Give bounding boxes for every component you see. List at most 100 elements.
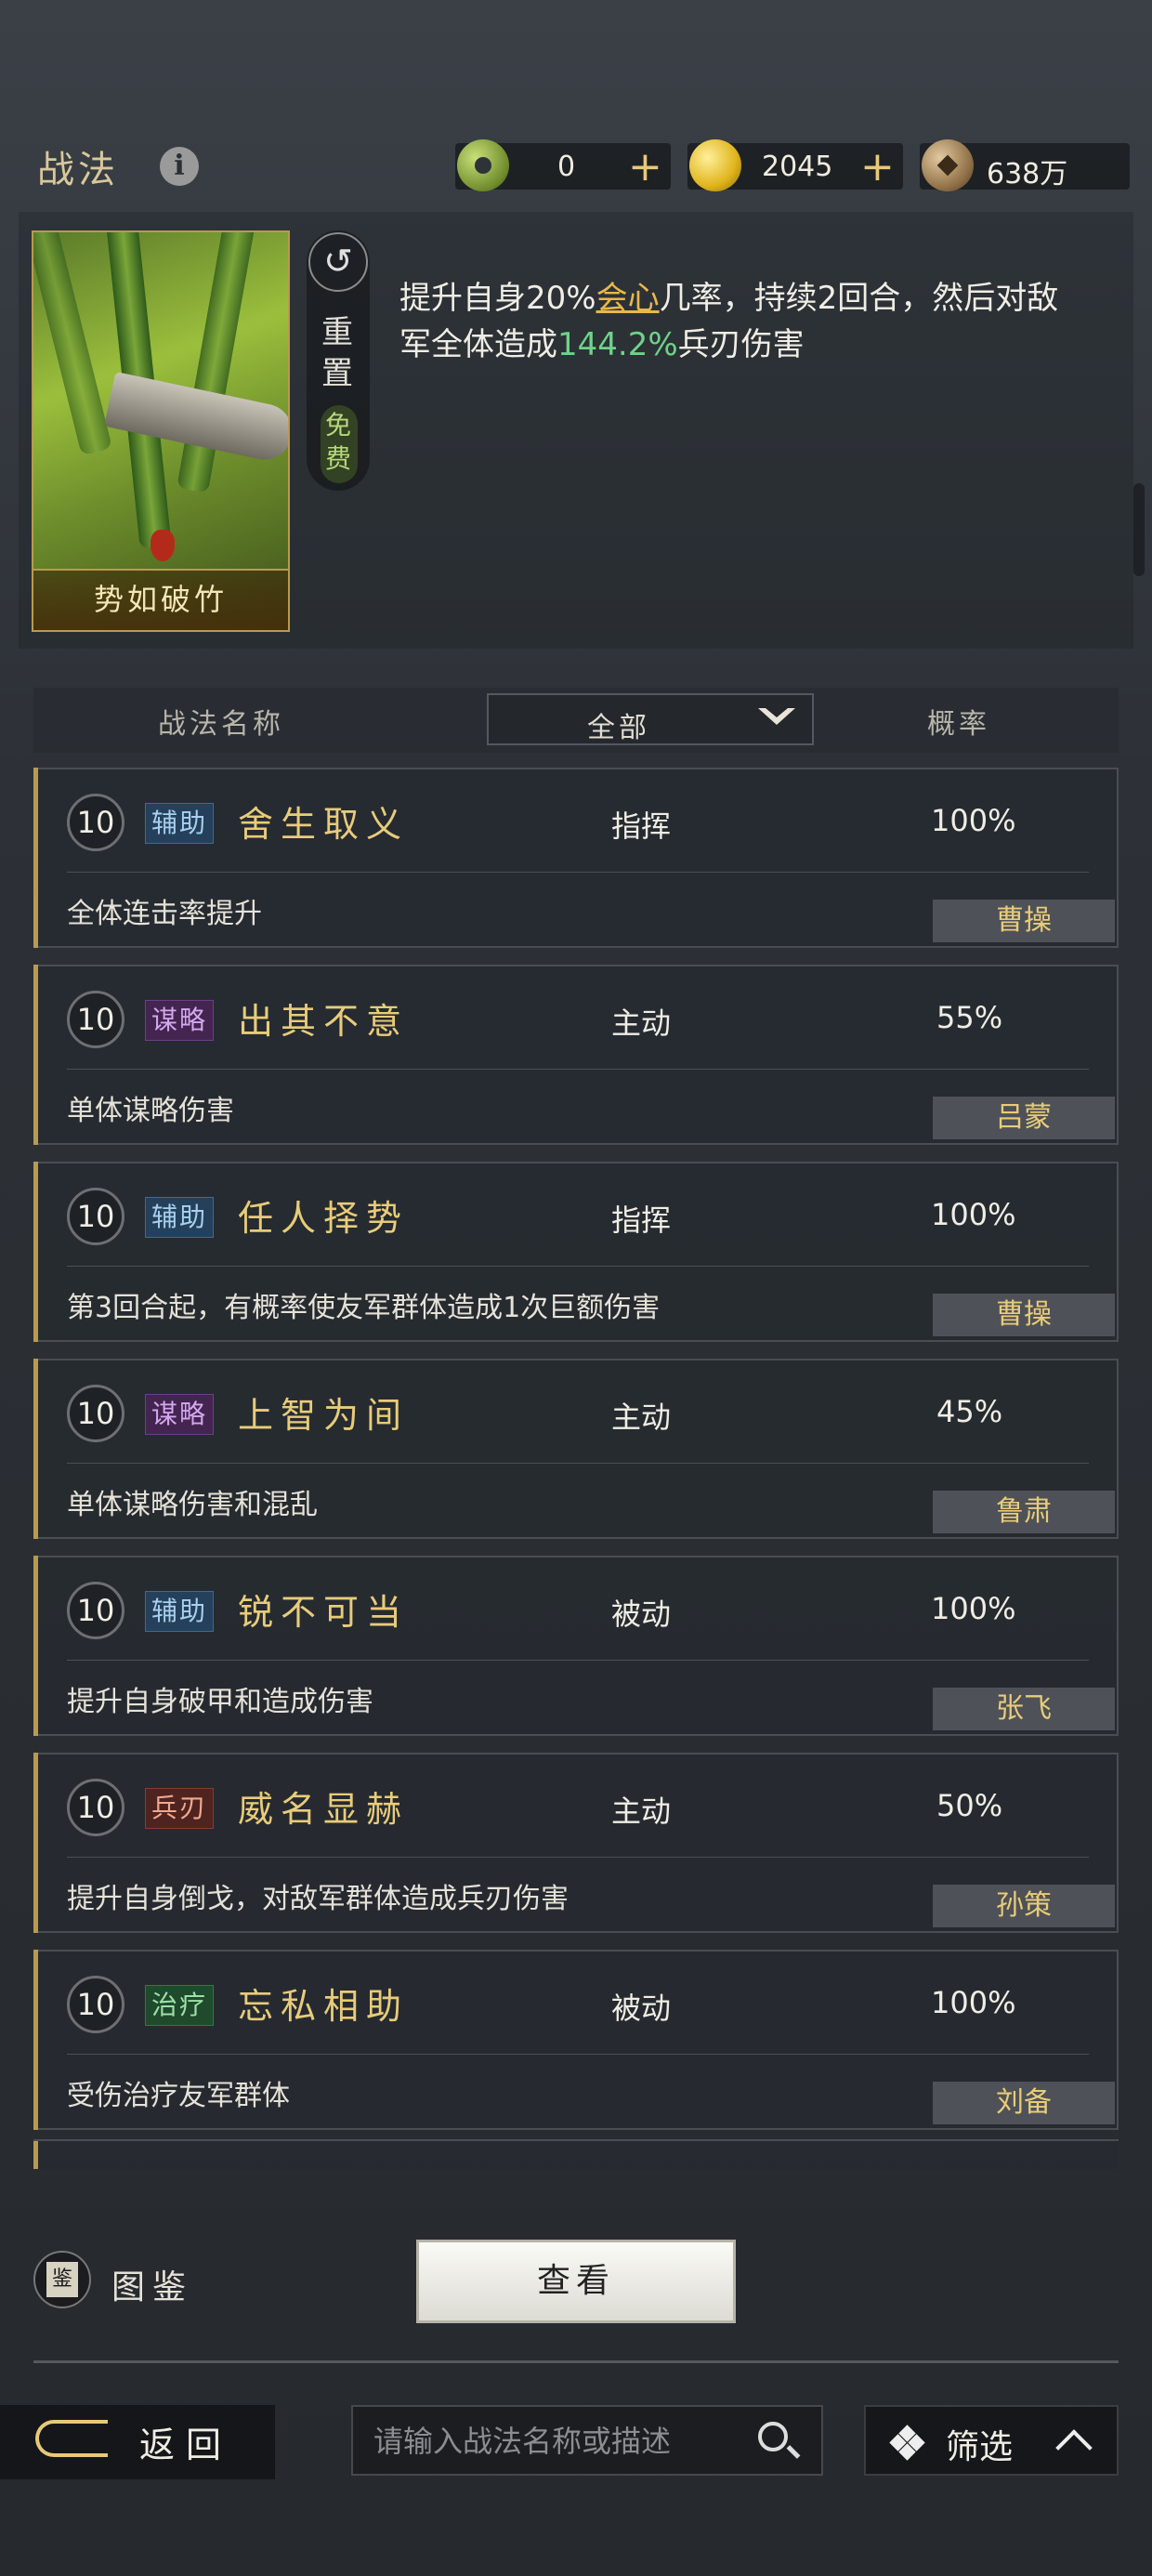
tactic-effect: 受伤治疗友军群体 (67, 2080, 290, 2112)
tactic-effect: 单体谋略伤害和混乱 (67, 1489, 318, 1521)
filter-button[interactable]: 筛选 (864, 2405, 1119, 2476)
skill-description: 提升自身20%会心几率，持续2回合，然后对敌军全体造成144.2%兵刃伤害 (399, 280, 1059, 363)
divider (33, 2360, 1119, 2363)
tactic-rate: 100% (931, 1985, 1016, 2020)
name-column-header: 战法名称 (158, 708, 284, 741)
divider (67, 1463, 1089, 1464)
highlight-term[interactable]: 会心 (596, 280, 660, 317)
tactic-rate: 45% (936, 1394, 1003, 1429)
rate-column-header: 概率 (927, 708, 990, 741)
hero-tag[interactable]: 鲁肃 (933, 1491, 1115, 1533)
tactic-name: 威名显赫 (238, 1789, 410, 1830)
hero-tag[interactable]: 曹操 (933, 1294, 1115, 1336)
tactic-row[interactable]: 10 治疗 忘私相助 被动 100% 受伤治疗友军群体 刘备 (33, 1950, 1119, 2130)
level-badge: 10 (67, 1779, 124, 1836)
tactic-name: 锐不可当 (238, 1592, 410, 1633)
level-badge: 10 (67, 1385, 124, 1442)
tactic-name: 出其不意 (238, 1001, 410, 1042)
tactic-type: 被动 (611, 1597, 672, 1632)
tactic-name: 任人择势 (238, 1198, 410, 1239)
page-title: 战法 (37, 149, 119, 191)
tactic-name: 忘私相助 (238, 1986, 410, 2027)
side-scroll-handle[interactable] (1133, 483, 1145, 576)
highlight-value: 144.2% (557, 326, 678, 363)
tactic-row[interactable]: 10 辅助 舍生取义 指挥 100% 全体连击率提升 曹操 (33, 768, 1119, 948)
hero-tag[interactable]: 孙策 (933, 1885, 1115, 1927)
divider (67, 1069, 1089, 1070)
level-badge: 10 (67, 794, 124, 851)
copper-coin-icon (922, 139, 974, 191)
back-label[interactable]: 返回 (139, 2416, 232, 2467)
tactic-name: 上智为间 (238, 1395, 410, 1436)
tactic-rate: 100% (931, 1591, 1016, 1626)
bamboo-art (33, 232, 112, 456)
codex-glyph: 鉴 (46, 2262, 78, 2297)
hero-tag[interactable]: 张飞 (933, 1688, 1115, 1730)
divider (67, 2054, 1089, 2055)
search-input[interactable] (372, 2416, 747, 2466)
level-badge: 10 (67, 1976, 124, 2033)
tactic-rate: 55% (936, 1000, 1003, 1035)
category-tag: 兵刃 (145, 1788, 215, 1829)
tactic-type: 主动 (611, 1794, 672, 1829)
tactic-row[interactable]: 10 辅助 任人择势 指挥 100% 第3回合起，有概率使友军群体造成1次巨额伤… (33, 1162, 1119, 1342)
skill-card[interactable]: 势如破竹 (32, 230, 290, 632)
type-filter-dropdown[interactable]: 全部 (487, 693, 814, 745)
hero-tag[interactable]: 刘备 (933, 2082, 1115, 2124)
view-button[interactable]: 查看 (416, 2240, 736, 2323)
tactic-effect: 全体连击率提升 (67, 898, 262, 930)
tactic-rate: 100% (931, 803, 1016, 838)
level-badge: 10 (67, 1582, 124, 1639)
tactic-name: 舍生取义 (238, 804, 410, 845)
tactic-effect: 提升自身倒戈，对敌军群体造成兵刃伤害 (67, 1883, 569, 1915)
gold-add-button[interactable]: + (860, 143, 895, 191)
tactic-type: 指挥 (611, 808, 672, 844)
jade-value: 0 (557, 151, 576, 183)
hero-tag[interactable]: 曹操 (933, 900, 1115, 942)
gold-coin-icon (689, 139, 741, 191)
codex-label[interactable]: 图鉴 (111, 2260, 193, 2308)
category-tag: 辅助 (145, 1591, 215, 1632)
search-icon[interactable] (758, 2422, 788, 2451)
tactic-row[interactable]: 10 谋略 上智为间 主动 45% 单体谋略伤害和混乱 鲁肃 (33, 1359, 1119, 1539)
category-tag: 治疗 (145, 1985, 215, 2026)
tactic-type: 主动 (611, 1400, 672, 1435)
tactic-effect: 单体谋略伤害 (67, 1095, 234, 1127)
category-tag: 谋略 (145, 1394, 215, 1435)
free-label: 免费 (325, 410, 352, 474)
chevron-down-icon (758, 708, 795, 725)
category-tag: 辅助 (145, 1197, 215, 1238)
codex-icon[interactable]: 鉴 (33, 2251, 91, 2308)
divider (67, 1857, 1089, 1858)
divider (67, 872, 1089, 873)
tactic-type: 主动 (611, 1005, 672, 1041)
tactic-type: 被动 (611, 1991, 672, 2026)
tactic-type: 指挥 (611, 1203, 672, 1238)
gold-currency: 2045 + (687, 139, 903, 191)
filter-label: 筛选 (946, 2428, 1014, 2466)
tactic-row[interactable]: 10 兵刃 威名显赫 主动 50% 提升自身倒戈，对敌军群体造成兵刃伤害 孙策 (33, 1753, 1119, 1933)
divider (67, 1660, 1089, 1661)
dropdown-value: 全部 (587, 712, 650, 744)
search-box[interactable] (351, 2405, 823, 2476)
filter-icon (889, 2425, 925, 2461)
tactic-rate: 100% (931, 1197, 1016, 1232)
tactic-row[interactable]: 10 谋略 出其不意 主动 55% 单体谋略伤害 吕蒙 (33, 965, 1119, 1145)
hero-tag[interactable]: 吕蒙 (933, 1097, 1115, 1139)
reset-icon[interactable]: ↺ (308, 232, 368, 292)
tactic-row[interactable]: 10 辅助 锐不可当 被动 100% 提升自身破甲和造成伤害 张飞 (33, 1556, 1119, 1736)
back-arrow-icon[interactable] (35, 2420, 108, 2457)
category-tag: 谋略 (145, 1000, 215, 1041)
info-icon[interactable]: i (160, 147, 199, 186)
jade-currency: 0 + (455, 139, 671, 191)
category-tag: 辅助 (145, 803, 215, 844)
reset-label[interactable]: 重置 (321, 312, 359, 394)
jade-add-button[interactable]: + (628, 143, 662, 191)
skill-card-name: 势如破竹 (33, 569, 288, 630)
level-badge: 10 (67, 991, 124, 1048)
chevron-up-icon (1055, 2429, 1093, 2466)
level-badge: 10 (67, 1188, 124, 1245)
gold-value: 2045 (762, 151, 833, 183)
tactic-row-partial[interactable] (33, 2139, 1119, 2169)
divider (67, 1266, 1089, 1267)
